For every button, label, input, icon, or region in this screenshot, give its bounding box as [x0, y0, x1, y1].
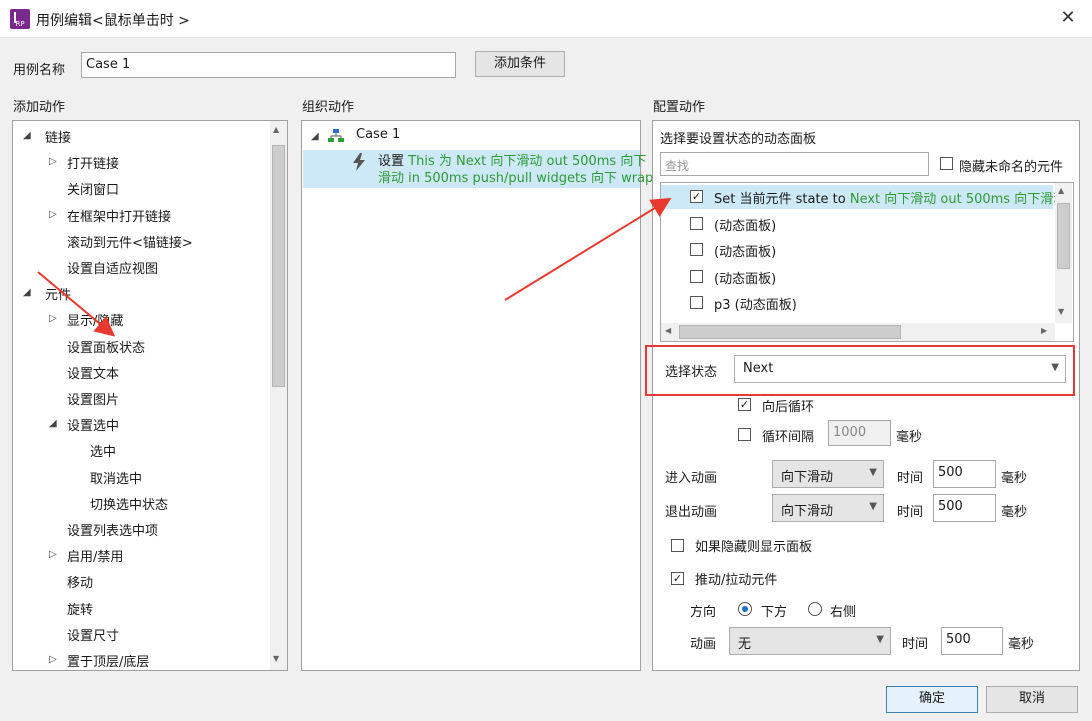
annotation-arrow-left — [37, 271, 116, 337]
annotation-arrows — [37, 197, 672, 337]
annotation-arrow-right — [504, 197, 672, 301]
ok-button[interactable]: 确定 — [886, 686, 978, 713]
cancel-button[interactable]: 取消 — [986, 686, 1078, 713]
